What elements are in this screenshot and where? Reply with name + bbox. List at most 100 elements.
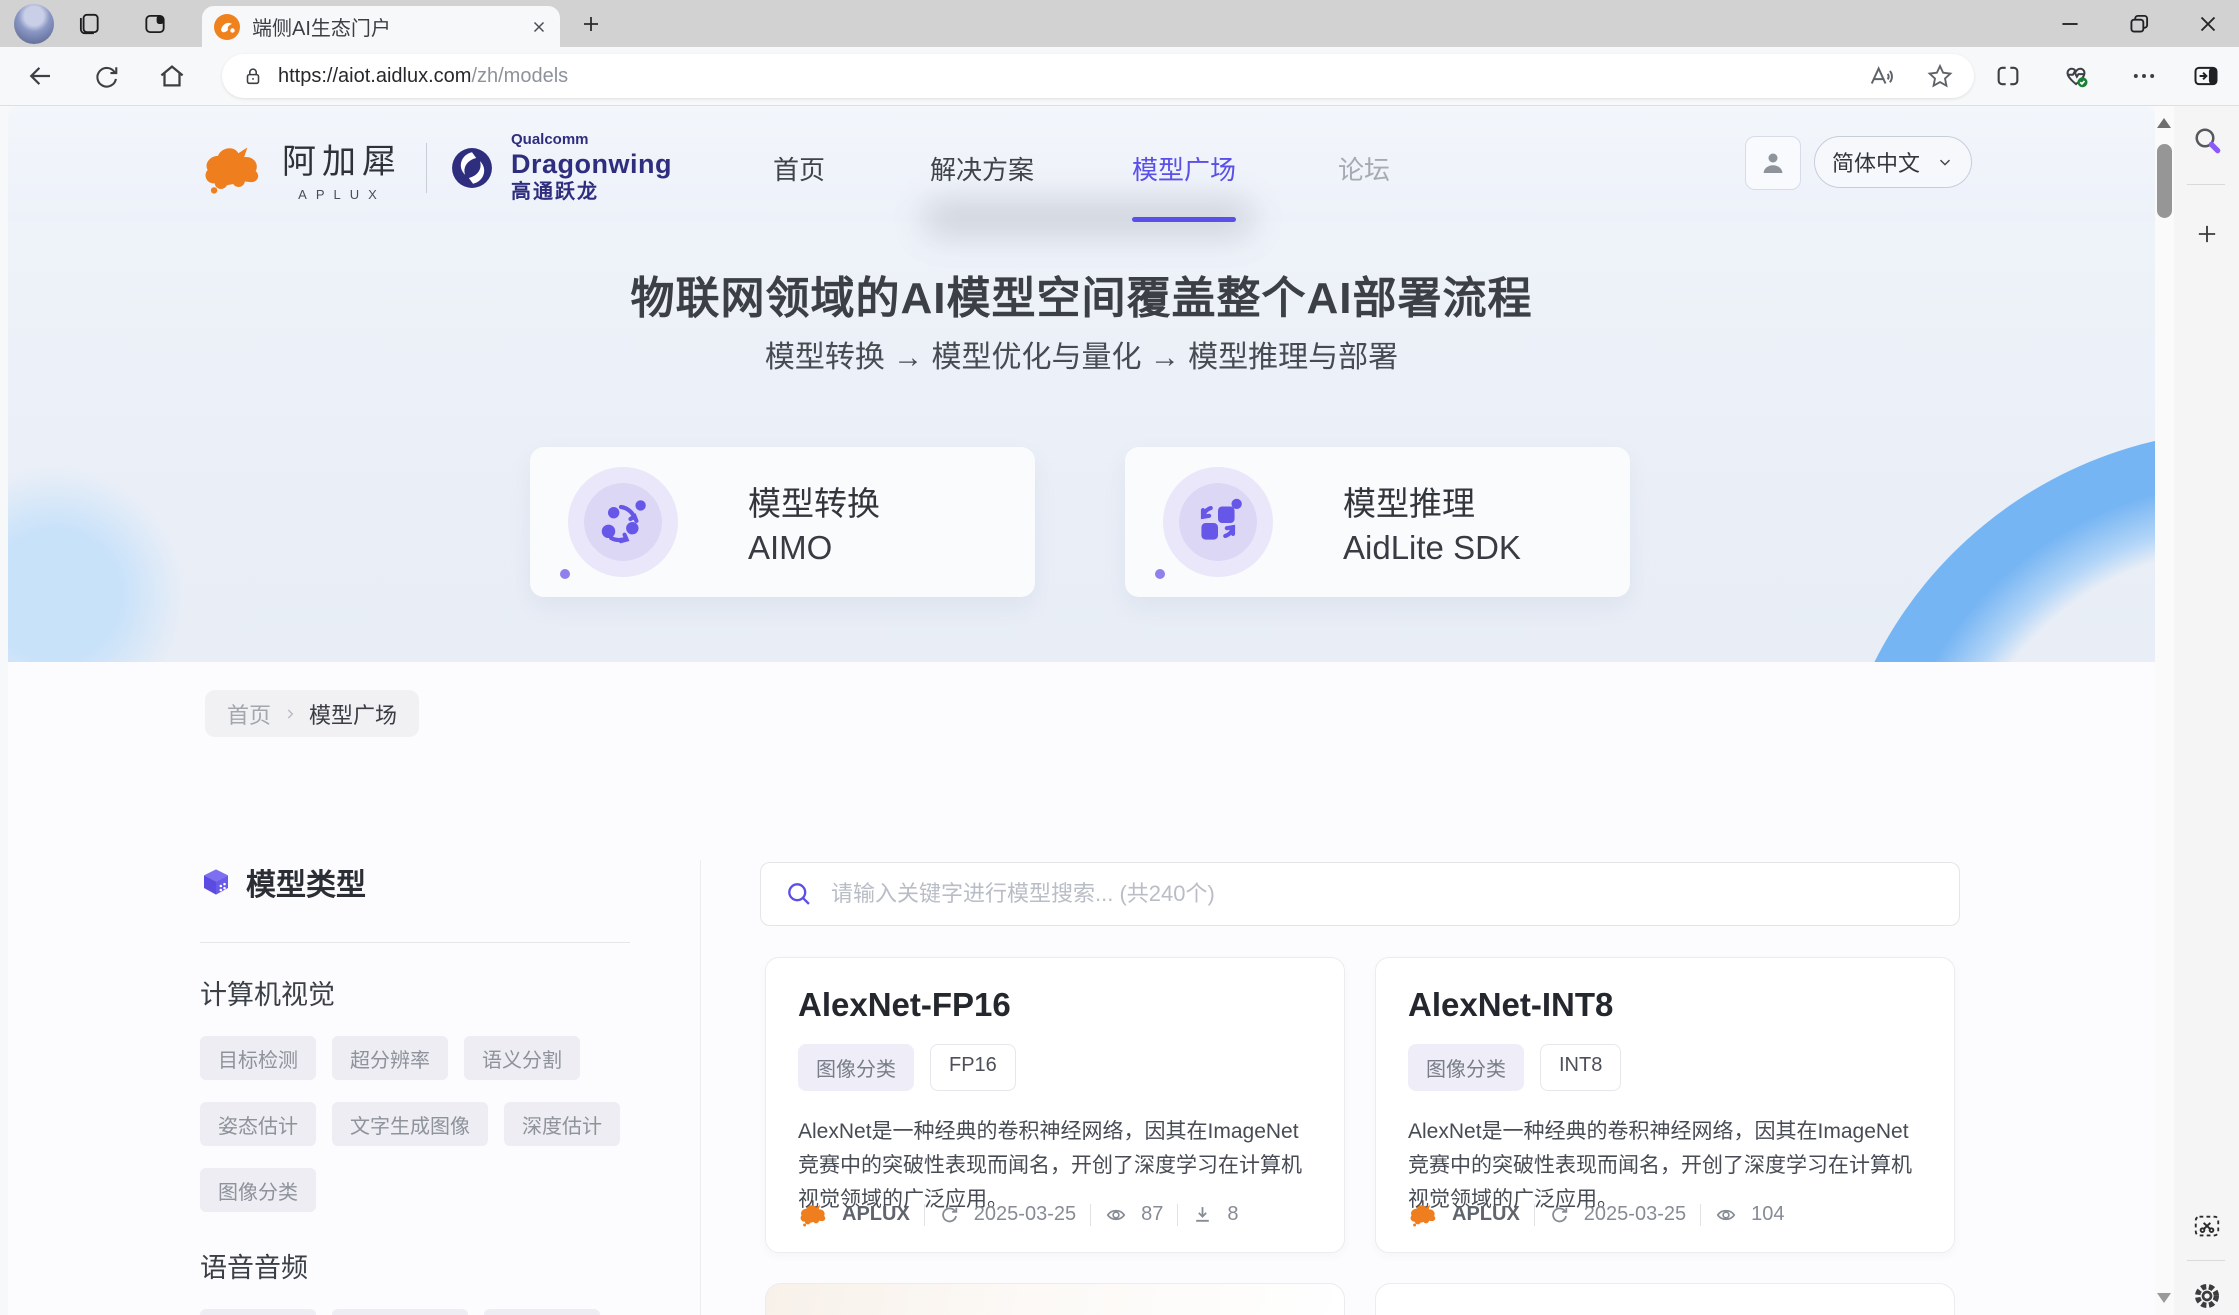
window-close-icon[interactable]: [2192, 8, 2224, 40]
profile-avatar[interactable]: [14, 4, 54, 44]
chevron-down-icon: [1936, 153, 1954, 171]
sidebar-divider: [2187, 184, 2225, 185]
updated-icon: [939, 1204, 960, 1225]
aplux-rhino-icon: [200, 139, 264, 197]
model-downloads: 8: [1227, 1203, 1238, 1226]
scroll-up-icon[interactable]: [2157, 118, 2171, 128]
site-header: 阿加犀 APLUX Qualcomm Dragonwing 高通跃龙 首页 解决…: [8, 106, 2155, 222]
model-conversion-icon: [568, 467, 678, 577]
nav-forum[interactable]: 论坛: [1338, 150, 1390, 187]
sidebar-toggle-icon[interactable]: [2190, 60, 2222, 92]
new-tab-icon[interactable]: [576, 9, 606, 39]
brand-name-en: APLUX: [298, 187, 386, 202]
scroll-down-icon[interactable]: [2157, 1293, 2171, 1303]
hero-card-title: 模型转换: [748, 477, 880, 525]
favicon: [214, 14, 240, 40]
site-logo[interactable]: 阿加犀 APLUX Qualcomm Dragonwing 高通跃龙: [200, 132, 672, 203]
model-card-partial[interactable]: [765, 1283, 1345, 1315]
tag-machine-translation[interactable]: 机器翻译: [484, 1309, 600, 1315]
tag-object-detection[interactable]: 目标检测: [200, 1036, 316, 1080]
workspaces-icon[interactable]: [74, 9, 104, 39]
breadcrumb-home[interactable]: 首页: [227, 698, 271, 730]
breadcrumb-chevron-icon: [283, 707, 297, 721]
model-name: AlexNet-INT8: [1408, 986, 1922, 1024]
model-category-tag: 图像分类: [1408, 1044, 1524, 1091]
url-text: https://aiot.aidlux.com/zh/models: [278, 65, 568, 88]
model-card-alexnet-fp16[interactable]: AlexNet-FP16 图像分类 FP16 AlexNet是一种经典的卷积神经…: [765, 957, 1345, 1253]
home-icon[interactable]: [156, 60, 188, 92]
user-account-button[interactable]: [1745, 136, 1801, 190]
filter-group-audio: 语音音频: [200, 1246, 640, 1285]
tag-text-to-image[interactable]: 文字生成图像: [332, 1102, 488, 1146]
tag-speech-recognition[interactable]: 语音识别: [200, 1309, 316, 1315]
tag-super-resolution[interactable]: 超分辨率: [332, 1036, 448, 1080]
window-restore-icon[interactable]: [2123, 8, 2155, 40]
tag-image-classification[interactable]: 图像分类: [200, 1168, 316, 1212]
downloads-icon: [1192, 1204, 1213, 1225]
refresh-icon[interactable]: [90, 60, 122, 92]
search-icon: [785, 880, 813, 908]
model-card-alexnet-int8[interactable]: AlexNet-INT8 图像分类 INT8 AlexNet是一种经典的卷积神经…: [1375, 957, 1955, 1253]
browser-essentials-icon[interactable]: [2060, 60, 2092, 92]
hero-card-model-conversion[interactable]: 模型转换 AIMO: [530, 447, 1035, 597]
sidebar-settings-gear-icon[interactable]: [2189, 1278, 2225, 1314]
search-input[interactable]: [831, 881, 1935, 907]
browser-tab[interactable]: 端侧AI生态门户: [202, 6, 560, 47]
breadcrumb: 首页 模型广场: [205, 690, 419, 737]
hero-title: 物联网领域的AI模型空间覆盖整个AI部署流程: [8, 262, 2155, 326]
browser-toolbar: https://aiot.aidlux.com/zh/models: [0, 47, 2239, 106]
browser-window: 端侧AI生态门户: [0, 0, 2239, 1315]
person-icon: [1758, 148, 1788, 178]
scrollbar-thumb[interactable]: [2157, 144, 2172, 218]
hero-card-name: AIMO: [748, 529, 832, 567]
nav-model-marketplace[interactable]: 模型广场: [1132, 150, 1236, 187]
read-aloud-icon[interactable]: [1868, 61, 1898, 91]
window-minimize-icon[interactable]: [2054, 8, 2086, 40]
nav-active-underline: [1132, 217, 1236, 222]
cube-icon: [200, 866, 232, 898]
language-label: 简体中文: [1832, 146, 1920, 178]
decor-dot: [1155, 569, 1165, 579]
tag-text-to-speech[interactable]: 文字转语音: [332, 1309, 468, 1315]
decor-glow: [8, 465, 185, 662]
back-icon[interactable]: [24, 60, 56, 92]
hero-banner: 物联网领域的AI模型空间覆盖整个AI部署流程 模型转换 → 模型优化与量化 → …: [8, 222, 2155, 662]
tab-actions-icon[interactable]: [140, 9, 170, 39]
breadcrumb-current: 模型广场: [309, 698, 397, 730]
lock-icon: [242, 65, 264, 87]
decor-dot: [560, 569, 570, 579]
sidebar-divider: [200, 942, 630, 943]
screenshot-snip-icon[interactable]: [2189, 1208, 2225, 1244]
language-selector[interactable]: 简体中文: [1814, 136, 1972, 188]
page-scrollbar[interactable]: [2155, 106, 2174, 1315]
model-card-partial[interactable]: [1375, 1283, 1955, 1315]
address-bar[interactable]: https://aiot.aidlux.com/zh/models: [222, 54, 1974, 98]
filter-group-cv: 计算机视觉: [200, 973, 640, 1012]
favorites-star-icon[interactable]: [1926, 62, 1954, 90]
aplux-rhino-icon: [798, 1201, 828, 1228]
tab-strip: 端侧AI生态门户: [0, 0, 2239, 47]
views-icon: [1715, 1204, 1737, 1226]
settings-menu-icon[interactable]: [2128, 60, 2160, 92]
sidebar-search-icon[interactable]: [2189, 122, 2225, 158]
aplux-rhino-icon: [1408, 1201, 1438, 1228]
model-search-bar: [760, 862, 1960, 926]
cv-tags: 目标检测 超分辨率 语义分割 姿态估计 文字生成图像 深度估计 图像分类: [200, 1036, 640, 1212]
qualcomm-label: Qualcomm: [511, 132, 672, 149]
model-inference-icon: [1163, 467, 1273, 577]
tag-pose-estimation[interactable]: 姿态估计: [200, 1102, 316, 1146]
page-body: 首页 模型广场 模型类型 计算机视觉 目标检测 超分辨率 语义分割 姿态估计: [8, 662, 2155, 1315]
model-precision-tag: INT8: [1540, 1044, 1621, 1091]
sidebar-divider: [2187, 1260, 2225, 1261]
decor-ring: [1830, 430, 2155, 662]
tab-close-icon[interactable]: [530, 18, 548, 36]
tag-semantic-segmentation[interactable]: 语义分割: [464, 1036, 580, 1080]
dragonwing-label-cn: 高通跃龙: [511, 181, 672, 203]
nav-solutions[interactable]: 解决方案: [930, 150, 1034, 187]
sidebar-add-icon[interactable]: [2189, 216, 2225, 252]
tag-depth-estimation[interactable]: 深度估计: [504, 1102, 620, 1146]
nav-home[interactable]: 首页: [773, 150, 825, 187]
hero-card-title: 模型推理: [1343, 477, 1475, 525]
split-screen-icon[interactable]: [1992, 60, 2024, 92]
hero-card-model-inference[interactable]: 模型推理 AidLite SDK: [1125, 447, 1630, 597]
